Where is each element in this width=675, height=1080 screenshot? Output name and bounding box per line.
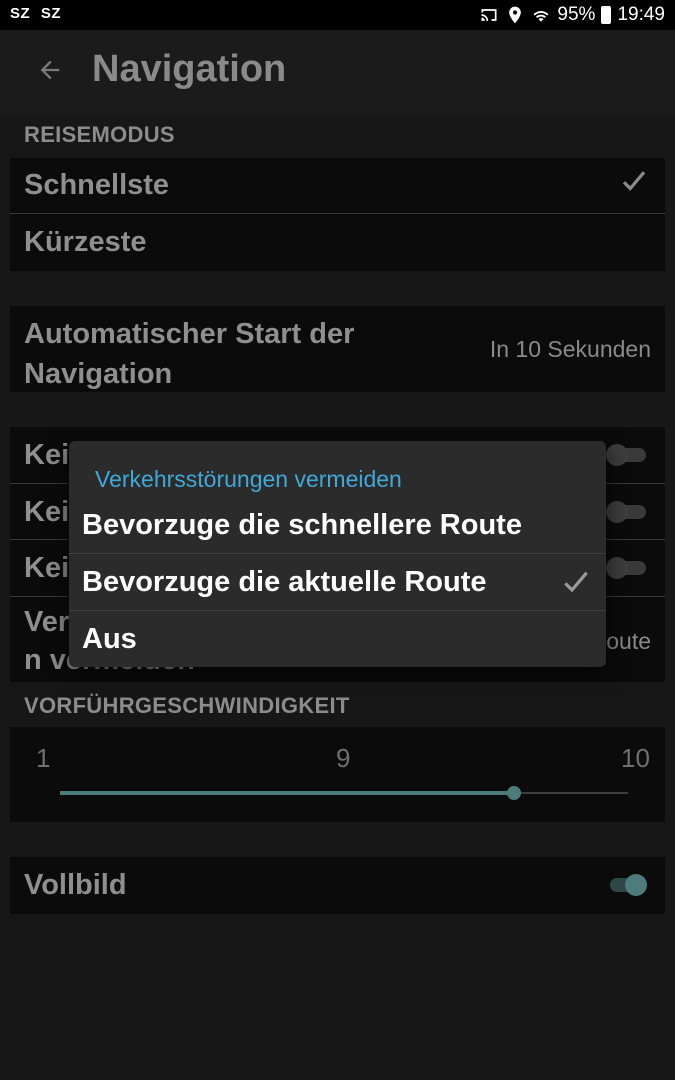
cast-icon: [481, 9, 497, 21]
dialog-option-faster-route[interactable]: Bevorzuge die schnellere Route: [69, 497, 606, 554]
app-bar: Navigation: [0, 30, 675, 116]
status-bar: SZ SZ 95% 19:49: [0, 0, 675, 30]
toggle-thumb: [606, 444, 628, 466]
back-arrow-icon[interactable]: [36, 56, 64, 84]
slider-fill: [60, 791, 514, 795]
demo-speed-slider[interactable]: [60, 786, 628, 800]
demo-speed-card: [10, 727, 665, 822]
traffic-avoidance-dialog: Verkehrsstörungen vermeiden Bevorzuge di…: [69, 441, 606, 667]
clock: 19:49: [617, 4, 665, 25]
section-header-travel-mode: REISEMODUS: [24, 122, 175, 147]
slider-thumb[interactable]: [507, 786, 521, 800]
sz-notification-icon: SZ: [10, 5, 31, 22]
option-label: Kürzeste: [24, 226, 147, 258]
avoid-row-label: Kei: [24, 439, 70, 471]
travel-mode-option-fastest[interactable]: Schnellste: [10, 158, 665, 214]
dialog-option-label: Bevorzuge die aktuelle Route: [82, 566, 487, 598]
notification-icons: SZ SZ: [10, 5, 67, 22]
dialog-option-label: Bevorzuge die schnellere Route: [82, 509, 522, 541]
toggle-thumb: [606, 557, 628, 579]
auto-start-label-line2: Navigation: [24, 358, 173, 390]
slider-current-label: 9: [336, 743, 351, 773]
battery-icon: [601, 6, 612, 24]
auto-start-navigation-row[interactable]: Automatischer Start der Navigation In 10…: [10, 306, 665, 392]
toggle-thumb: [606, 501, 628, 523]
toggle-thumb: [625, 874, 647, 896]
auto-start-label-line1: Automatischer Start der: [24, 318, 355, 350]
system-icons: 95% 19:49: [479, 3, 665, 27]
avoid-row-label: Kei: [24, 496, 70, 528]
dialog-option-label: Aus: [82, 623, 137, 655]
avoid-traffic-value: oute: [606, 628, 651, 654]
page-title: Navigation: [92, 48, 287, 90]
dialog-option-current-route[interactable]: Bevorzuge die aktuelle Route: [69, 553, 606, 610]
avoid-row-label: Kei: [24, 552, 70, 584]
dialog-title: Verkehrsstörungen vermeiden: [95, 466, 402, 492]
section-header-demo-speed: VORFÜHRGESCHWINDIGKEIT: [24, 693, 350, 718]
auto-start-label: Automatischer Start der Navigation: [24, 314, 354, 394]
dialog-option-off[interactable]: Aus: [69, 610, 606, 667]
slider-min-label: 1: [36, 743, 51, 773]
fullscreen-label: Vollbild: [24, 869, 127, 901]
location-icon: [509, 6, 522, 24]
travel-mode-option-shortest[interactable]: Kürzeste: [10, 214, 665, 271]
sz-notification-icon: SZ: [40, 5, 62, 22]
slider-max-label: 10: [621, 743, 650, 773]
battery-percent: 95%: [557, 4, 596, 25]
checkmark-icon: [622, 171, 646, 191]
fullscreen-row[interactable]: Vollbild: [10, 857, 665, 914]
option-label: Schnellste: [24, 169, 170, 201]
checkmark-icon: [564, 571, 588, 593]
auto-start-value: In 10 Sekunden: [489, 336, 651, 362]
wifi-icon: [533, 11, 549, 22]
